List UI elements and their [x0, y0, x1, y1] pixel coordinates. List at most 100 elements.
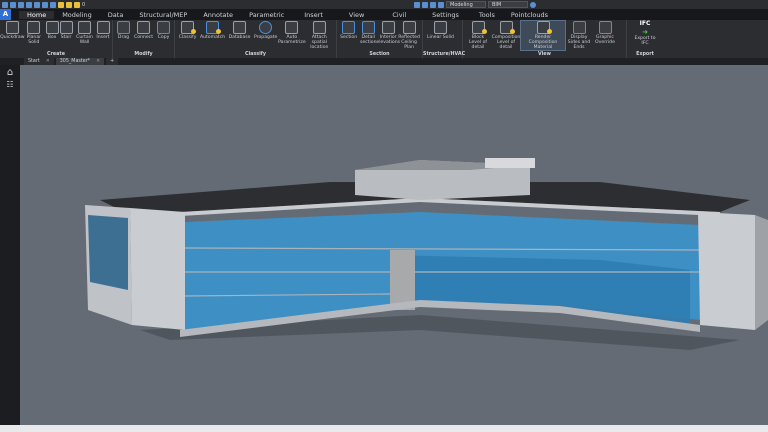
open-icon[interactable] [10, 1, 16, 8]
classify-button[interactable]: Classify [177, 21, 198, 40]
connect-icon [137, 21, 150, 34]
automatch-icon [206, 21, 222, 34]
composition-level-of-detail-button[interactable]: Composition Level of detail [491, 21, 521, 50]
redo-icon[interactable] [50, 1, 56, 8]
tab-structural-mep[interactable]: Structural/MEP [131, 11, 195, 19]
workspace-select[interactable]: Modeling [446, 1, 486, 8]
sun-icon[interactable] [66, 1, 72, 8]
menu-tabs: A Home Modeling Data Structural/MEP Anno… [0, 9, 768, 20]
propagate-icon [259, 21, 273, 34]
auto-parametrize-icon [285, 21, 299, 34]
detail-section-button[interactable]: Detail section [358, 21, 378, 45]
mode-select[interactable]: BIM [488, 1, 528, 8]
rooftop-box [485, 158, 535, 168]
insert-icon [96, 21, 110, 34]
group-label: View [538, 52, 551, 57]
reflected-ceiling-plan-button[interactable]: Reflected Ceiling Plan [398, 21, 420, 50]
drag-icon [117, 21, 130, 34]
classify-icon [181, 21, 197, 34]
insert-button[interactable]: Insert [96, 21, 110, 40]
group-label: Create [47, 52, 65, 57]
propagate-button[interactable]: Propagate [252, 21, 279, 40]
layer-value[interactable]: 0 [82, 2, 412, 8]
right-end-side [755, 215, 768, 330]
snap-icon[interactable] [414, 1, 420, 8]
quickdraw-button[interactable]: Quickdraw [0, 21, 24, 40]
3d-viewport[interactable] [20, 65, 768, 425]
box-button[interactable]: Box [45, 21, 59, 40]
tab-settings[interactable]: Settings [420, 11, 471, 19]
section-button[interactable]: Section [339, 21, 358, 40]
grid-icon[interactable] [422, 1, 428, 8]
close-icon[interactable]: ✕ [46, 58, 50, 65]
drag-button[interactable]: Drag [115, 21, 132, 40]
interior-elevations-button[interactable]: Interior elevations [376, 21, 400, 45]
attach-spatial-location-button[interactable]: Attach spatial location [305, 21, 334, 50]
print-icon[interactable] [34, 1, 40, 8]
connect-button[interactable]: Connect [132, 21, 155, 40]
export-to-ifc-button[interactable]: IFC ➜ Export to IFC [629, 21, 661, 47]
new-tab-button[interactable]: + [106, 58, 119, 65]
graphic-override-button[interactable]: Graphic Override [593, 21, 617, 45]
doc-tab-master[interactable]: 305_Master* ✕ [55, 58, 105, 65]
copy-button[interactable]: Copy [155, 21, 172, 40]
automatch-button[interactable]: Automatch [198, 21, 227, 40]
tab-pointclouds[interactable]: Pointclouds [503, 11, 556, 19]
save-as-icon[interactable] [26, 1, 32, 8]
building-model [85, 158, 768, 350]
box-icon [45, 21, 59, 34]
curtain-wall-button[interactable]: Curtain Wall [73, 21, 96, 45]
render-composition-material-button[interactable]: Render Composition Material [520, 20, 566, 51]
quick-access-toolbar: 0 Modeling BIM [0, 0, 768, 9]
tab-civil[interactable]: Civil [378, 11, 420, 19]
stair-icon [59, 21, 73, 34]
tab-data[interactable]: Data [100, 11, 132, 19]
database-button[interactable]: Database [227, 21, 252, 40]
left-end-block [130, 208, 185, 330]
planar-solid-button[interactable]: Planar Solid [23, 21, 45, 45]
save-icon[interactable] [18, 1, 24, 8]
linear-solid-button[interactable]: Linear Solid [425, 21, 456, 40]
quickdraw-icon [5, 21, 19, 34]
tab-tools[interactable]: Tools [471, 11, 503, 19]
tab-modeling[interactable]: Modeling [54, 11, 100, 19]
group-label: Section [369, 52, 390, 57]
tab-insert[interactable]: Insert [292, 11, 335, 19]
document-tabs: Start ✕ 305_Master* ✕ + [0, 58, 768, 65]
group-label: Modify [134, 52, 153, 57]
display-sides-icon [572, 21, 586, 34]
attach-spatial-location-icon [312, 21, 326, 34]
curtain-wall-icon [78, 21, 92, 34]
cube-icon[interactable] [430, 1, 436, 8]
lightbulb-icon[interactable] [58, 1, 64, 8]
block-level-icon [471, 21, 487, 34]
app-logo[interactable]: A [0, 9, 11, 20]
undo-icon[interactable] [42, 1, 48, 8]
left-sidebar: ⌂ ☷ [0, 65, 20, 425]
tab-parametric[interactable]: Parametric [241, 11, 292, 19]
view-icon[interactable] [438, 1, 444, 8]
new-icon[interactable] [2, 1, 8, 8]
close-icon[interactable]: ✕ [96, 58, 100, 65]
linear-solid-icon [433, 21, 447, 34]
render-composition-icon [536, 21, 552, 34]
tab-home[interactable]: Home [19, 10, 55, 19]
group-structure-hvac: Linear Solid Structure/HVAC [423, 20, 465, 58]
display-sides-and-ends-button[interactable]: Display Sides and Ends [565, 21, 593, 50]
auto-parametrize-button[interactable]: Auto Parametrize [278, 21, 306, 45]
structure-tree-icon[interactable]: ☷ [0, 80, 20, 89]
doc-tab-start[interactable]: Start ✕ [24, 58, 54, 65]
group-classify: Classify Automatch Database Propagate Au… [175, 20, 337, 58]
tab-view[interactable]: View [335, 11, 378, 19]
tab-annotate[interactable]: Annotate [195, 11, 241, 19]
group-view: Block Level of detail Composition Level … [463, 20, 627, 58]
group-export: IFC ➜ Export to IFC Export [627, 20, 663, 58]
block-level-of-detail-button[interactable]: Block Level of detail [465, 21, 491, 50]
status-bar [0, 425, 768, 432]
detail-section-icon [361, 21, 375, 34]
group-section: Section Detail section Interior elevatio… [337, 20, 423, 58]
lock-icon[interactable] [74, 1, 80, 8]
stair-button[interactable]: Stair [59, 21, 73, 40]
home-icon[interactable]: ⌂ [0, 67, 20, 78]
help-icon[interactable] [530, 1, 536, 8]
